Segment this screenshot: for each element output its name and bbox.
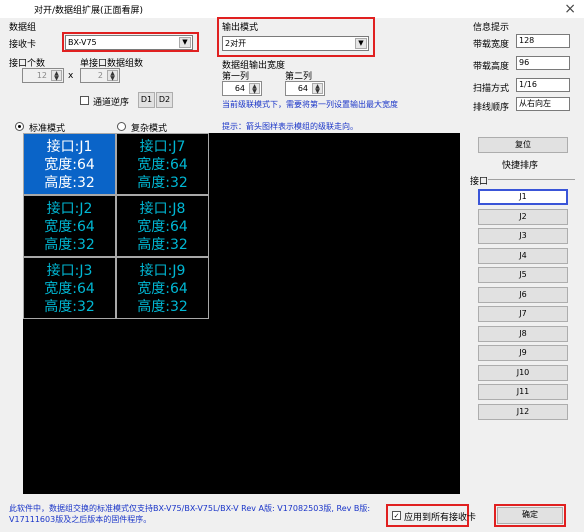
module-cell[interactable]: 接口:J9 宽度:64 高度:32 <box>116 257 209 319</box>
port-button-j9[interactable]: J9 <box>478 345 568 361</box>
stepper-arrows-icon[interactable]: ▲ ▼ <box>249 83 260 95</box>
scan-label: 扫描方式 <box>473 84 510 94</box>
stepper-arrows-icon[interactable]: ▲ ▼ <box>312 83 323 95</box>
stepper-arrows-icon[interactable]: ▲ ▼ <box>51 70 62 82</box>
chevron-down-icon[interactable]: ▼ <box>355 38 367 49</box>
complex-mode-radio[interactable] <box>117 122 126 131</box>
groups-per-port-stepper[interactable]: 2 ▲ ▼ <box>80 68 120 83</box>
order-field: 从右向左 <box>516 97 570 111</box>
multiply-sign: x <box>68 71 74 81</box>
groups-per-port-value: 2 <box>97 71 103 80</box>
col1-width-value: 64 <box>234 84 245 93</box>
footer-note-line1: 此软件中，数据组交换的标准模式仅支持BX-V75/BX-V75L/BX-V Re… <box>9 504 371 513</box>
group-divider <box>488 179 575 180</box>
cell-width: 宽度:64 <box>44 157 95 173</box>
port-button-j11[interactable]: J11 <box>478 384 568 400</box>
port-button-j12[interactable]: J12 <box>478 404 568 420</box>
chevron-down-icon[interactable]: ▼ <box>179 37 191 48</box>
load-height-field: 96 <box>516 56 570 70</box>
reset-button[interactable]: 复位 <box>478 137 568 153</box>
close-icon[interactable]: × <box>564 1 576 17</box>
module-display-area[interactable]: 接口:J1 宽度:64 高度:32 接口:J7 宽度:64 高度:32 接口:J… <box>23 133 460 494</box>
cell-port: 接口:J2 <box>46 201 93 217</box>
module-cell[interactable]: 接口:J1 宽度:64 高度:32 <box>23 133 116 195</box>
col2-width-stepper[interactable]: 64 ▲ ▼ <box>285 81 325 96</box>
card-select-value: BX-V75 <box>68 38 97 47</box>
data-group-title: 数据组 <box>9 23 37 33</box>
port-button-j6[interactable]: J6 <box>478 287 568 303</box>
d2-button[interactable]: D2 <box>156 92 173 108</box>
load-width-label: 带载宽度 <box>473 40 510 50</box>
port-button-j10[interactable]: J10 <box>478 365 568 381</box>
scan-field: 1/16 <box>516 78 570 92</box>
cell-port: 接口:J3 <box>46 263 93 279</box>
order-label: 排线顺序 <box>473 103 510 113</box>
cell-height: 高度:32 <box>44 299 95 315</box>
port-button-j2[interactable]: J2 <box>478 209 568 225</box>
output-width-note: 当前级联模式下，需要将第一列设置输出最大宽度 <box>222 100 398 109</box>
cell-width: 宽度:64 <box>137 281 188 297</box>
cell-width: 宽度:64 <box>44 281 95 297</box>
cell-height: 高度:32 <box>137 299 188 315</box>
info-title: 信息提示 <box>473 23 510 33</box>
cell-height: 高度:32 <box>44 237 95 253</box>
cell-height: 高度:32 <box>44 175 95 191</box>
port-button-j5[interactable]: J5 <box>478 267 568 283</box>
stepper-arrows-icon[interactable]: ▲ ▼ <box>107 70 118 82</box>
cell-port: 接口:J1 <box>46 139 93 155</box>
cell-height: 高度:32 <box>137 175 188 191</box>
port-button-j3[interactable]: J3 <box>478 228 568 244</box>
port-button-j7[interactable]: J7 <box>478 306 568 322</box>
cell-width: 宽度:64 <box>137 219 188 235</box>
port-count-value: 12 <box>36 71 47 80</box>
cell-height: 高度:32 <box>137 237 188 253</box>
output-mode-value: 2对开 <box>225 39 247 48</box>
cell-port: 接口:J9 <box>139 263 186 279</box>
cascade-hint: 提示：箭头图样表示模组的级联走向。 <box>222 122 358 131</box>
port-count-stepper[interactable]: 12 ▲ ▼ <box>22 68 64 83</box>
col2-width-value: 64 <box>297 84 308 93</box>
card-label: 接收卡 <box>9 40 37 50</box>
module-cell[interactable]: 接口:J7 宽度:64 高度:32 <box>116 133 209 195</box>
output-mode-select[interactable]: 2对开 ▼ <box>222 36 369 51</box>
card-select[interactable]: BX-V75 ▼ <box>65 35 193 50</box>
apply-all-checkbox[interactable]: ✓ <box>392 511 401 520</box>
cell-port: 接口:J7 <box>139 139 186 155</box>
port-button-j8[interactable]: J8 <box>478 326 568 342</box>
output-mode-title: 输出模式 <box>222 23 259 33</box>
standard-mode-radio[interactable] <box>15 122 24 131</box>
reverse-label: 通道逆序 <box>93 98 130 108</box>
quick-sort-label: 快捷排序 <box>502 161 539 171</box>
module-cell[interactable]: 接口:J8 宽度:64 高度:32 <box>116 195 209 257</box>
port-button-j1[interactable]: J1 <box>478 189 568 205</box>
port-button-j4[interactable]: J4 <box>478 248 568 264</box>
module-cell[interactable]: 接口:J2 宽度:64 高度:32 <box>23 195 116 257</box>
port-group-label: 接口 <box>470 177 489 187</box>
d1-button[interactable]: D1 <box>138 92 155 108</box>
col1-width-stepper[interactable]: 64 ▲ ▼ <box>222 81 262 96</box>
load-width-field: 128 <box>516 34 570 48</box>
window-title: 对开/数据组扩展(正面看屏) <box>34 6 144 16</box>
module-cell[interactable]: 接口:J3 宽度:64 高度:32 <box>23 257 116 319</box>
cell-width: 宽度:64 <box>44 219 95 235</box>
apply-all-label: 应用到所有接收卡 <box>404 513 477 523</box>
footer-note-line2: V17111603版及之后版本的固件程序。 <box>9 515 152 524</box>
reverse-checkbox[interactable] <box>80 96 89 105</box>
ok-button[interactable]: 确定 <box>497 507 563 524</box>
cell-width: 宽度:64 <box>137 157 188 173</box>
cell-port: 接口:J8 <box>139 201 186 217</box>
load-height-label: 带载高度 <box>473 62 510 72</box>
